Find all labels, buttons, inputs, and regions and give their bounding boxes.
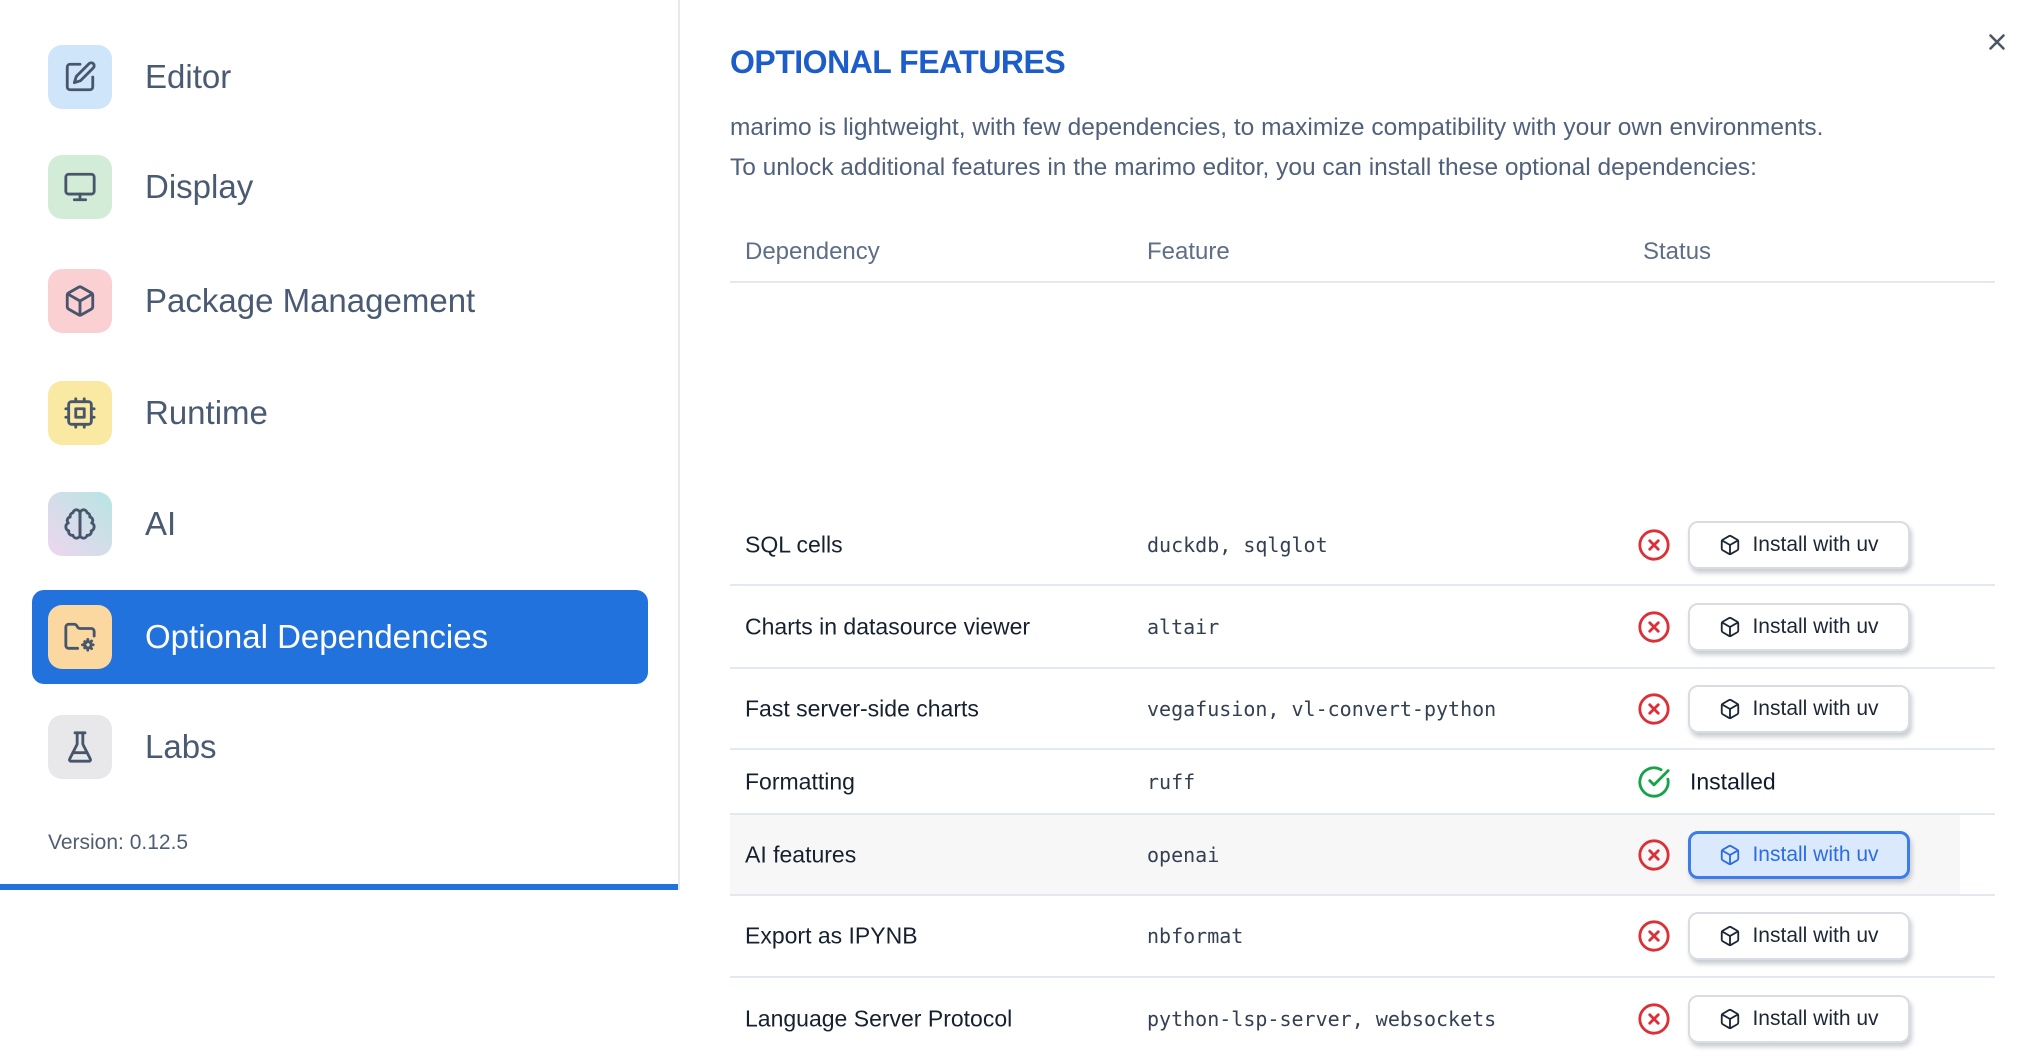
package-icon: [1719, 1008, 1741, 1030]
sidebar-item-label: Labs: [145, 728, 217, 765]
dependency-cell: Language Server Protocol: [745, 1005, 1013, 1032]
sidebar-bottom-accent: [0, 884, 678, 890]
dependency-cell: Fast server-side charts: [745, 695, 979, 721]
description-line: marimo is lightweight, with few dependen…: [730, 114, 1824, 141]
feature-cell: python-lsp-server, websockets: [1147, 1007, 1497, 1031]
feature-cell: openai: [1147, 842, 1220, 867]
feature-cell: duckdb, sqlglot: [1147, 532, 1328, 557]
install-with-uv-button[interactable]: Install with uv: [1688, 995, 1910, 1043]
dependency-cell: SQL cells: [745, 531, 843, 557]
dependency-cell: AI features: [745, 841, 857, 867]
sidebar-item-label: AI: [145, 505, 177, 542]
dependency-cell: Formatting: [745, 768, 855, 794]
panel-title: OPTIONAL FEATURES: [730, 44, 1066, 80]
install-with-uv-button[interactable]: Install with uv: [1688, 684, 1910, 733]
feature-cell: nbformat: [1147, 924, 1244, 948]
package-icon: [1719, 698, 1741, 720]
status-missing-icon: [1637, 528, 1671, 562]
install-with-uv-button[interactable]: Install with uv: [1688, 912, 1910, 960]
status-missing-icon: [1637, 610, 1671, 644]
settings-dialog: Editor Display Package Management Runtime AI…: [0, 0, 2042, 1043]
install-with-uv-button[interactable]: Install with uv: [1688, 830, 1910, 879]
package-icon: [1719, 844, 1741, 866]
description-line: To unlock additional features in the mar…: [730, 154, 1757, 181]
install-button-label: Install with uv: [1752, 614, 1879, 638]
column-header-dependency: Dependency: [745, 237, 880, 265]
sidebar-item-package-management[interactable]: Package Management: [32, 254, 648, 348]
sidebar-item-label: Optional Dependencies: [145, 618, 489, 655]
cpu-icon: [48, 381, 112, 445]
sidebar-item-editor[interactable]: Editor: [32, 30, 648, 124]
package-icon: [48, 269, 112, 333]
close-icon: [1984, 29, 2010, 58]
sidebar-item-label: Editor: [145, 58, 232, 95]
version-label: Version: 0.12.5: [48, 831, 189, 854]
package-icon: [1719, 616, 1741, 638]
installed-status-label: Installed: [1690, 768, 1776, 794]
status-missing-icon: [1637, 838, 1671, 872]
install-with-uv-button[interactable]: Install with uv: [1688, 602, 1910, 651]
dependency-cell: Charts in datasource viewer: [745, 613, 1031, 639]
install-button-label: Install with uv: [1752, 842, 1879, 866]
edit-icon: [48, 45, 112, 109]
flask-icon: [48, 715, 112, 779]
install-button-label: Install with uv: [1752, 924, 1879, 947]
install-button-label: Install with uv: [1752, 1007, 1879, 1030]
table-row-sql-cells: SQL cells duckdb, sqlglot Install with uv: [730, 505, 1995, 586]
close-button[interactable]: [1980, 26, 2014, 60]
table-row-export-as-ipynb: Export as IPYNB nbformat Install with uv: [730, 896, 1995, 978]
dependency-cell: Export as IPYNB: [745, 922, 918, 949]
status-missing-icon: [1637, 919, 1671, 953]
brain-icon: [48, 492, 112, 556]
package-icon: [1719, 925, 1741, 947]
settings-sidebar: Editor Display Package Management Runtime AI…: [0, 0, 680, 890]
panel-description: marimo is lightweight, with few dependen…: [730, 108, 1823, 188]
table-row-ai-features: AI features openai Install with uv: [730, 815, 1995, 896]
table-row-language-server-protocol: Language Server Protocol python-lsp-serve…: [730, 978, 1995, 1060]
install-with-uv-button[interactable]: Install with uv: [1688, 520, 1910, 569]
column-header-status: Status: [1643, 237, 1712, 265]
feature-cell: altair: [1147, 614, 1220, 639]
package-icon: [1719, 534, 1741, 556]
sidebar-item-label: Package Management: [145, 282, 476, 319]
status-missing-icon: [1637, 1002, 1671, 1036]
sidebar-item-labs[interactable]: Labs: [32, 700, 648, 794]
table-header-row: Dependency Feature Status: [730, 222, 1995, 283]
table-row-fast-server-side-charts: Fast server-side charts vegafusion, vl-co…: [730, 669, 1995, 750]
monitor-icon: [48, 155, 112, 219]
table-row-formatting: Formatting ruff Installed: [730, 750, 1995, 815]
status-installed-icon: [1637, 765, 1671, 799]
column-header-feature: Feature: [1147, 237, 1230, 265]
install-button-label: Install with uv: [1752, 696, 1879, 720]
sidebar-item-ai[interactable]: AI: [32, 477, 648, 571]
table-row-charts-in-datasource-viewer: Charts in datasource viewer altair Install…: [730, 586, 1995, 669]
sidebar-item-runtime[interactable]: Runtime: [32, 366, 648, 460]
folder-cog-icon: [48, 605, 112, 669]
install-button-label: Install with uv: [1752, 532, 1879, 556]
status-missing-icon: [1637, 692, 1671, 726]
feature-cell: vegafusion, vl-convert-python: [1147, 696, 1497, 721]
sidebar-item-label: Runtime: [145, 394, 268, 431]
sidebar-item-display[interactable]: Display: [32, 140, 648, 234]
sidebar-item-optional-dependencies[interactable]: Optional Dependencies: [32, 590, 648, 684]
sidebar-item-label: Display: [145, 168, 254, 205]
feature-cell: ruff: [1147, 769, 1196, 794]
